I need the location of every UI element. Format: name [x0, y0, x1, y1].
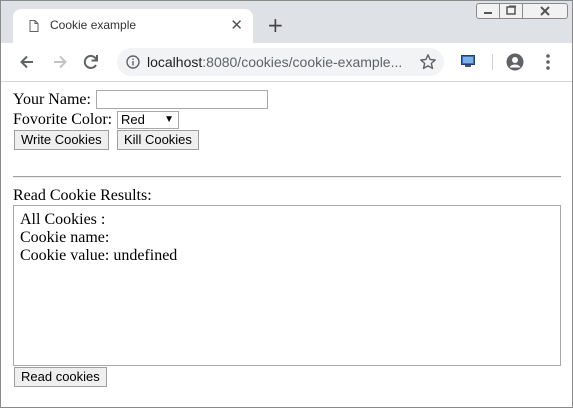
divider [13, 176, 561, 178]
url-path: :8080/cookies/cookie-example... [202, 54, 403, 70]
write-cookies-button[interactable]: Write Cookies [14, 130, 109, 150]
close-icon[interactable]: ✕ [230, 17, 243, 33]
results-textarea[interactable]: All Cookies : Cookie name: Cookie value:… [13, 205, 561, 366]
extension-icon[interactable] [461, 55, 475, 67]
window-close-icon[interactable] [522, 3, 568, 19]
reload-icon[interactable] [81, 52, 101, 72]
results-all-cookies: All Cookies : [20, 211, 106, 228]
kill-cookies-button[interactable]: Kill Cookies [117, 130, 199, 150]
tab-cookie-example[interactable]: Cookie example ✕ [13, 9, 253, 43]
results-heading: Read Cookie Results: [13, 187, 152, 204]
color-label: Fovorite Color: [13, 111, 113, 128]
tab-strip: Cookie example ✕ + [1, 1, 572, 43]
results-cookie-name: Cookie name: [20, 229, 110, 246]
url-host: localhost [147, 54, 203, 70]
url-text: localhost:8080/cookies/cookie-example... [147, 54, 407, 70]
page-icon [29, 20, 39, 32]
info-icon[interactable] [126, 55, 140, 69]
results-cookie-value: Cookie value: undefined [20, 247, 178, 264]
read-cookies-button[interactable]: Read cookies [14, 367, 107, 387]
profile-icon[interactable] [506, 53, 524, 71]
browser-window: Cookie example ✕ + localhost:8080/cookie… [0, 0, 573, 408]
menu-icon[interactable] [541, 53, 555, 71]
plus-icon[interactable]: + [267, 15, 284, 35]
back-icon[interactable] [17, 52, 37, 72]
name-input[interactable] [96, 90, 268, 109]
window-controls [476, 3, 568, 19]
browser-toolbar: localhost:8080/cookies/cookie-example... [1, 43, 572, 82]
tab-title: Cookie example [50, 18, 137, 32]
address-bar[interactable]: localhost:8080/cookies/cookie-example... [117, 48, 444, 76]
minimize-icon[interactable] [476, 3, 500, 19]
name-label: Your Name: [13, 91, 91, 108]
color-select[interactable]: Red ▼ [117, 111, 179, 129]
toolbar-separator [492, 54, 493, 70]
forward-icon[interactable] [50, 52, 70, 72]
maximize-icon[interactable] [499, 3, 523, 19]
dropdown-arrow-icon: ▼ [164, 114, 174, 125]
star-icon[interactable] [419, 53, 437, 71]
color-select-value: Red [121, 112, 145, 127]
